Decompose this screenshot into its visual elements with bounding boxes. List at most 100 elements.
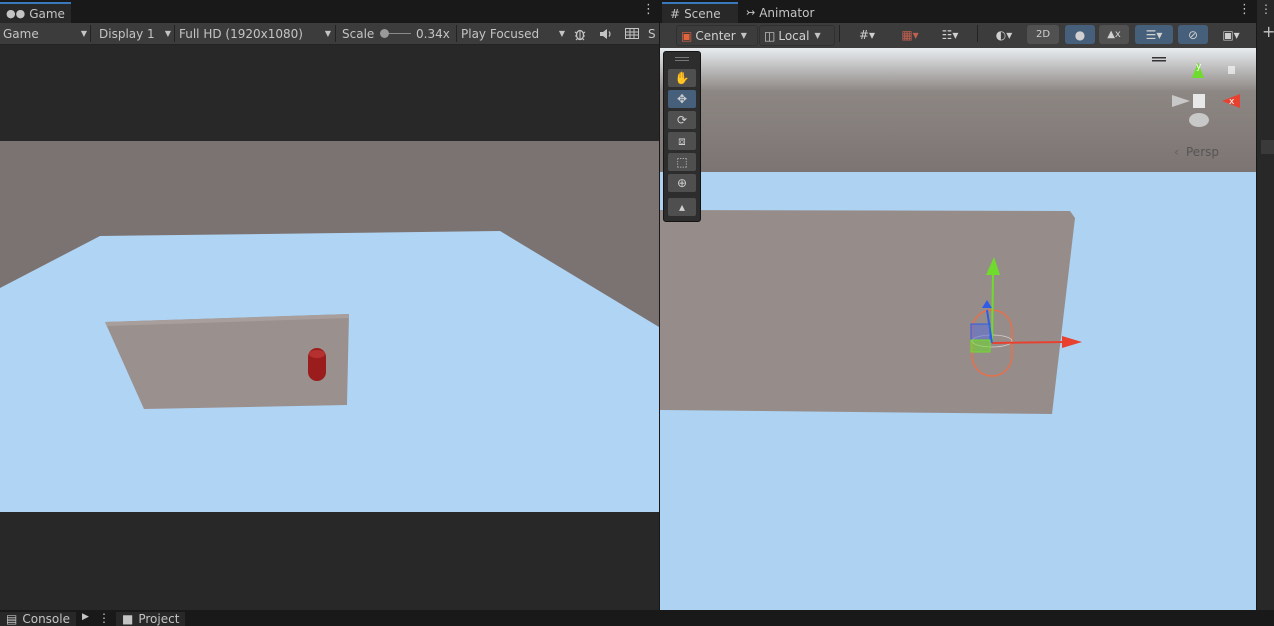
orient-x-label: x (1229, 97, 1235, 107)
game-panel: ●● Game ⋮ Game ▼ Display 1 ▼ Full HD (19… (0, 0, 659, 610)
camera-icon: ▣▾ (1222, 27, 1240, 42)
resolution-label: Full HD (1920x1080) (179, 26, 303, 41)
resolution-dropdown[interactable]: Full HD (1920x1080) ▼ (179, 23, 331, 44)
scene-more-menu-icon[interactable]: ⋮ (1238, 3, 1251, 16)
more-menu-icon[interactable]: ⋮ (98, 611, 110, 625)
divider (839, 25, 840, 42)
rotate-tool-button[interactable]: ⟳ (668, 111, 696, 129)
pivot-dropdown[interactable]: ▣ Center ▼ (676, 25, 758, 46)
chevron-down-icon: ▼ (80, 29, 87, 38)
audio-toggle-button[interactable]: ▲x (1099, 25, 1129, 44)
move-tool-button[interactable]: ✥ (668, 90, 696, 108)
animator-icon: ↣ (746, 6, 756, 19)
tab-game-label: Game (29, 6, 65, 21)
chevron-down-icon: ▼ (740, 31, 747, 40)
tab-scene[interactable]: # Scene (662, 2, 738, 23)
console-icon: ▤ (6, 612, 18, 626)
scale-label: Scale (342, 26, 375, 41)
scale-value: 0.34x (416, 26, 450, 41)
gizmo-y-axis[interactable] (991, 272, 994, 344)
grid-visibility-button[interactable]: ☷▾ (932, 25, 968, 44)
increment-snap-button[interactable]: ▦▾ (892, 25, 928, 44)
game-viewport[interactable] (0, 45, 659, 610)
divider (335, 25, 336, 42)
projection-label[interactable]: Persp (1186, 145, 1219, 159)
plus-icon[interactable]: + (1262, 22, 1274, 41)
increment-snap-icon: ▦▾ (901, 27, 919, 42)
pivot-label: Center (695, 28, 736, 43)
effects-toggle-button[interactable]: ☰▾ (1135, 25, 1173, 44)
gizmo-yz-plane[interactable] (970, 323, 991, 341)
cube-icon: ◫ (764, 28, 776, 43)
layers-icon: ☰▾ (1145, 27, 1163, 42)
scene-wall-object (660, 210, 1075, 414)
orient-center-cube[interactable] (1193, 94, 1205, 108)
custom-tool-icon: ▴ (678, 200, 686, 214)
game-view-label: Game (3, 26, 39, 41)
tab-animator[interactable]: ↣ Animator (740, 2, 820, 23)
gizmos-truncated-label[interactable]: S (648, 23, 658, 44)
tab-animator-label: Animator (759, 5, 815, 20)
scene-viewport[interactable]: y x ‹ Persp (660, 48, 1256, 610)
game-toolbar: Game ▼ Display 1 ▼ Full HD (1920x1080) ▼… (0, 23, 659, 45)
tab-console[interactable]: ▤ Console (0, 612, 76, 626)
scale-tool-button[interactable]: ⧈ (668, 132, 696, 150)
display-dropdown[interactable]: Display 1 ▼ (99, 23, 171, 44)
shading-mode-button[interactable]: ◐▾ (985, 25, 1023, 44)
transform-tool-button[interactable]: ⊕ (668, 174, 696, 192)
chevron-down-icon: ▼ (324, 29, 331, 38)
game-view-dropdown[interactable]: Game ▼ (3, 23, 87, 44)
tab-console-label: Console (22, 612, 70, 626)
speaker-icon[interactable] (596, 24, 616, 43)
move-arrows-icon: ✥ (676, 92, 688, 106)
chevron-down-icon: ▼ (164, 29, 171, 38)
more-menu-icon[interactable]: ⋮ (1260, 2, 1272, 16)
space-dropdown[interactable]: ◫ Local ▼ (759, 25, 835, 46)
scene-visibility-button[interactable]: ⊘ (1178, 25, 1208, 44)
hand-icon: ✋ (674, 71, 690, 85)
gizmo-xy-plane[interactable] (970, 339, 991, 353)
shading-sphere-icon: ◐▾ (995, 27, 1013, 42)
caret-right-icon[interactable]: ▶ (82, 612, 89, 622)
pivot-center-icon: ▣ (681, 28, 693, 43)
grid-snap-button[interactable]: #▾ (847, 25, 887, 44)
lighting-toggle-button[interactable]: ● (1065, 25, 1095, 44)
bug-icon[interactable] (570, 24, 590, 43)
rotate-icon: ⟳ (676, 113, 688, 127)
lock-icon[interactable] (1228, 66, 1235, 74)
game-more-menu-icon[interactable]: ⋮ (642, 3, 655, 16)
tab-project[interactable]: ■ Project (116, 612, 186, 626)
tab-game[interactable]: ●● Game (0, 2, 71, 23)
drag-handle-icon[interactable] (675, 57, 689, 61)
divider (977, 25, 978, 42)
rect-tool-button[interactable]: ⬚ (668, 153, 696, 171)
toggle-2d-button[interactable]: 2D (1027, 25, 1059, 44)
player-capsule-highlight (309, 350, 325, 358)
grid-lines-icon: ☷▾ (941, 27, 959, 42)
grid-hash-icon: # (670, 6, 681, 21)
scene-tabbar: # Scene ↣ Animator ⋮ (660, 0, 1256, 23)
orient-negy-disc[interactable] (1189, 113, 1209, 127)
scene-panel: # Scene ↣ Animator ⋮ ▣ Center ▼ ◫ Local … (660, 0, 1256, 610)
display-label: Display 1 (99, 26, 155, 41)
chevron-down-icon: ▼ (814, 31, 821, 40)
stats-icon[interactable] (622, 24, 642, 43)
grid-snap-icon: #▾ (858, 27, 876, 42)
transform-icon: ⊕ (676, 176, 688, 190)
scroll-area[interactable] (1261, 140, 1274, 154)
scene-ground-horizon (660, 48, 1256, 172)
gizmo-x-axis[interactable] (991, 341, 1066, 344)
rect-transform-icon: ⬚ (676, 155, 688, 169)
tab-project-label: Project (138, 612, 180, 626)
hand-tool-button[interactable]: ✋ (668, 69, 696, 87)
custom-tool-button[interactable]: ▴ (668, 198, 696, 216)
play-mode-dropdown[interactable]: Play Focused ▼ (461, 23, 565, 44)
chevron-down-icon: ▼ (558, 29, 565, 38)
scale-slider-thumb[interactable] (380, 29, 389, 38)
mute-icon: ▲x (1107, 29, 1121, 40)
lightbulb-icon: ● (1074, 27, 1086, 42)
gamepad-icon: ●● (6, 7, 26, 20)
eye-slash-icon: ⊘ (1187, 27, 1199, 42)
play-mode-label: Play Focused (461, 26, 540, 41)
camera-settings-button[interactable]: ▣▾ (1213, 25, 1249, 44)
